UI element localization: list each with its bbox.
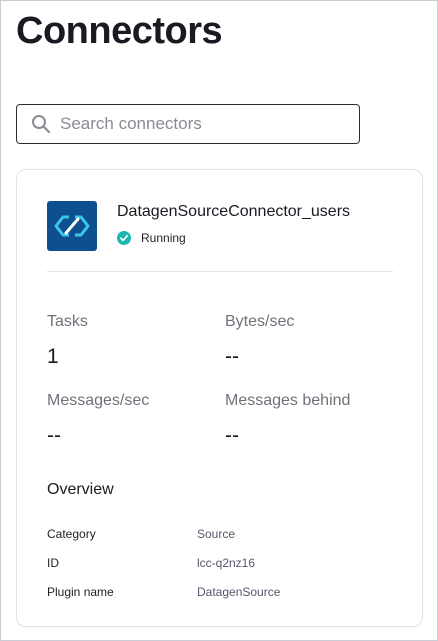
detail-value-id: lcc-q2nz16 xyxy=(197,556,256,570)
metric-label-messages-behind: Messages behind xyxy=(225,392,351,409)
connector-link-icon xyxy=(54,215,90,237)
check-circle-icon xyxy=(117,231,131,245)
metric-label-messages-sec: Messages/sec xyxy=(47,392,150,409)
divider xyxy=(47,271,393,272)
search-icon xyxy=(31,114,51,134)
detail-value-plugin-name: DatagenSource xyxy=(197,585,281,599)
metric-value-bytes-sec: -- xyxy=(225,345,239,368)
connector-logo xyxy=(47,201,97,251)
detail-key-id: ID xyxy=(47,556,59,570)
search-box[interactable] xyxy=(16,104,360,144)
status-badge: Running xyxy=(117,231,186,245)
status-text: Running xyxy=(141,231,186,245)
metric-value-messages-sec: -- xyxy=(47,424,61,447)
overview-title: Overview xyxy=(47,481,114,498)
detail-key-category: Category xyxy=(47,527,96,541)
connector-card[interactable]: DatagenSourceConnector_users Running Tas… xyxy=(16,169,423,627)
detail-key-plugin-name: Plugin name xyxy=(47,585,114,599)
page-title: Connectors xyxy=(16,10,223,52)
metric-label-tasks: Tasks xyxy=(47,313,88,330)
connector-name[interactable]: DatagenSourceConnector_users xyxy=(117,203,350,221)
metric-value-messages-behind: -- xyxy=(225,424,239,447)
metric-label-bytes-sec: Bytes/sec xyxy=(225,313,295,330)
metric-value-tasks: 1 xyxy=(47,345,59,368)
detail-value-category: Source xyxy=(197,527,236,541)
search-input[interactable] xyxy=(60,114,350,134)
